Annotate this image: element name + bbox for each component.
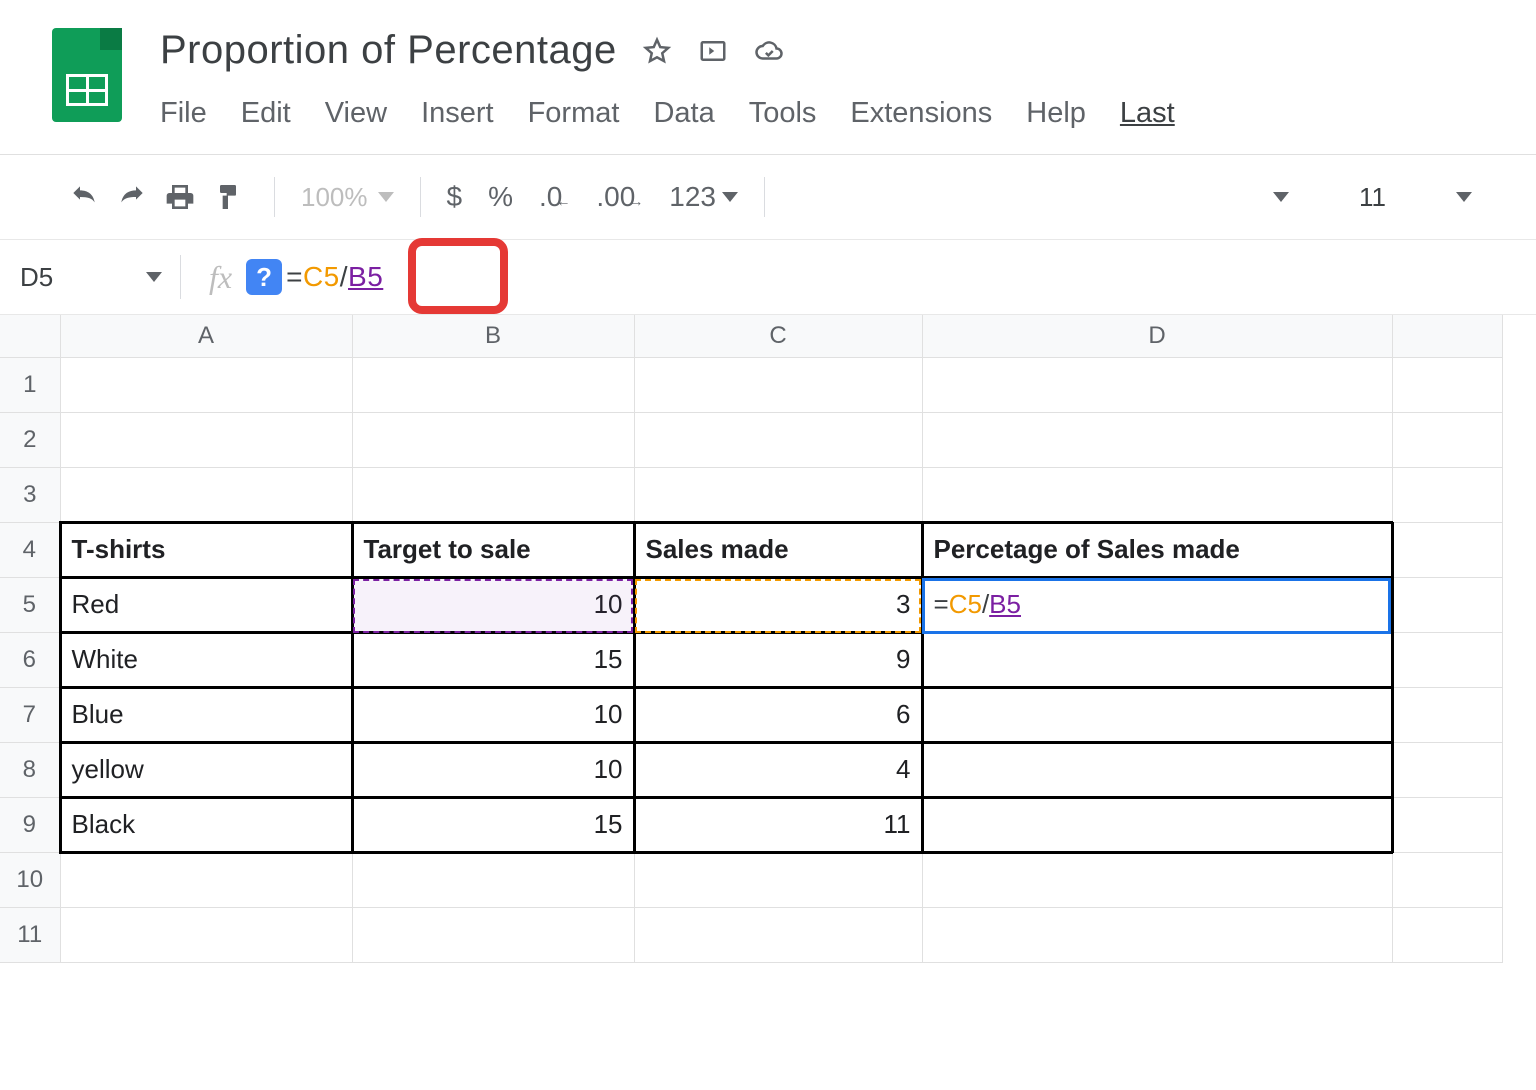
row-header[interactable]: 9: [0, 797, 60, 852]
cell[interactable]: 11: [634, 797, 922, 852]
undo-button[interactable]: [64, 177, 104, 217]
cell[interactable]: [922, 797, 1392, 852]
font-select[interactable]: [1273, 192, 1289, 202]
cell[interactable]: 3: [634, 577, 922, 632]
cell[interactable]: 4: [634, 742, 922, 797]
cell[interactable]: Sales made: [634, 522, 922, 577]
star-icon[interactable]: [641, 35, 673, 67]
row-header[interactable]: 8: [0, 742, 60, 797]
cell[interactable]: 9: [634, 632, 922, 687]
menu-insert[interactable]: Insert: [421, 97, 494, 130]
redo-button[interactable]: [112, 177, 152, 217]
menu-tools[interactable]: Tools: [749, 97, 817, 130]
name-box[interactable]: D5: [0, 262, 180, 293]
cell[interactable]: 10: [352, 687, 634, 742]
cell[interactable]: Black: [60, 797, 352, 852]
annotation-highlight: [408, 238, 508, 314]
cell[interactable]: 10: [352, 577, 634, 632]
col-header-a[interactable]: A: [60, 315, 352, 357]
font-size-input[interactable]: 11: [1359, 182, 1386, 213]
formula-help-icon[interactable]: ?: [246, 259, 282, 295]
menu-format[interactable]: Format: [528, 97, 620, 130]
move-icon[interactable]: [697, 35, 729, 67]
menu-file[interactable]: File: [160, 97, 207, 130]
cloud-status-icon[interactable]: [753, 35, 785, 67]
row-header[interactable]: 2: [0, 412, 60, 467]
cell[interactable]: [922, 742, 1392, 797]
increase-decimal-button[interactable]: .00→: [596, 181, 643, 213]
menu-bar: File Edit View Insert Format Data Tools …: [160, 97, 1175, 130]
cell[interactable]: Red: [60, 577, 352, 632]
menu-edit[interactable]: Edit: [241, 97, 291, 130]
row-header[interactable]: 6: [0, 632, 60, 687]
row-header[interactable]: 11: [0, 907, 60, 962]
select-all-corner[interactable]: [0, 315, 60, 357]
menu-view[interactable]: View: [325, 97, 387, 130]
currency-button[interactable]: $: [447, 181, 463, 213]
cell[interactable]: 6: [634, 687, 922, 742]
cell[interactable]: White: [60, 632, 352, 687]
row-header[interactable]: 7: [0, 687, 60, 742]
menu-data[interactable]: Data: [653, 97, 714, 130]
formula-bar: D5 fx ? =C5/B5: [0, 240, 1536, 314]
document-title[interactable]: Proportion of Percentage: [160, 28, 617, 73]
row-header[interactable]: 10: [0, 852, 60, 907]
paint-format-button[interactable]: [208, 177, 248, 217]
cell[interactable]: 10: [352, 742, 634, 797]
col-header-b[interactable]: B: [352, 315, 634, 357]
cell[interactable]: 15: [352, 632, 634, 687]
more-formats-button[interactable]: 123: [669, 181, 738, 213]
cell[interactable]: 15: [352, 797, 634, 852]
menu-extensions[interactable]: Extensions: [850, 97, 992, 130]
col-header-d[interactable]: D: [922, 315, 1392, 357]
cell[interactable]: Percetage of Sales made: [922, 522, 1392, 577]
cell[interactable]: Blue: [60, 687, 352, 742]
fx-icon: fx: [209, 259, 232, 296]
formula-input[interactable]: =C5/B5: [286, 261, 383, 293]
row-header[interactable]: 3: [0, 467, 60, 522]
cell[interactable]: [922, 687, 1392, 742]
font-size-dropdown[interactable]: [1456, 192, 1472, 202]
cell-d5[interactable]: =C5/B5: [922, 577, 1392, 632]
cell[interactable]: [922, 632, 1392, 687]
col-header-c[interactable]: C: [634, 315, 922, 357]
col-header-extra[interactable]: [1392, 315, 1502, 357]
print-button[interactable]: [160, 177, 200, 217]
toolbar: 100% $ % .0← .00→ 123 11: [0, 155, 1536, 239]
cell[interactable]: T-shirts: [60, 522, 352, 577]
sheets-logo[interactable]: [52, 28, 122, 122]
menu-help[interactable]: Help: [1026, 97, 1086, 130]
zoom-select[interactable]: 100%: [301, 182, 394, 213]
spreadsheet-grid[interactable]: A B C D 1 2 3 4 T-shirts Target to sale …: [0, 315, 1536, 963]
cell[interactable]: yellow: [60, 742, 352, 797]
row-header[interactable]: 5: [0, 577, 60, 632]
menu-last-edit[interactable]: Last: [1120, 97, 1175, 130]
cell[interactable]: Target to sale: [352, 522, 634, 577]
row-header[interactable]: 1: [0, 357, 60, 412]
row-header[interactable]: 4: [0, 522, 60, 577]
percent-button[interactable]: %: [488, 181, 513, 213]
decrease-decimal-button[interactable]: .0←: [539, 181, 570, 213]
